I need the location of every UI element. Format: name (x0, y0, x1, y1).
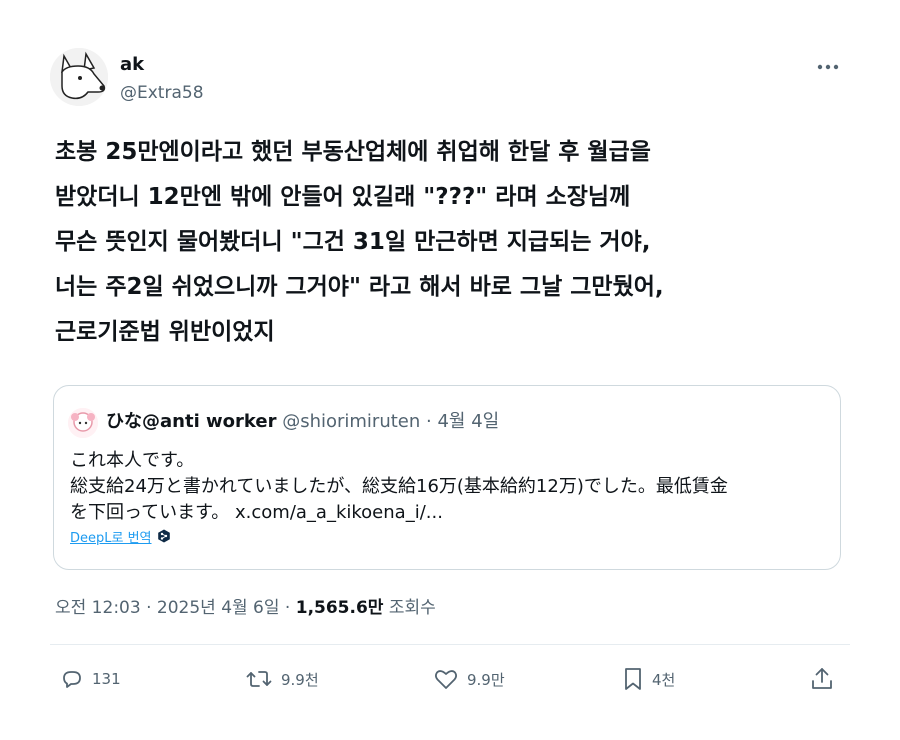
bookmark-button[interactable]: 4천 (622, 664, 675, 694)
views-label: 조회수 (383, 598, 436, 618)
quote-text: これ本人です。 総支給24万と書かれていましたが、総支給16万(基本給約12万)… (70, 448, 840, 526)
more-button[interactable] (808, 50, 848, 78)
quote-text-line: 総支給24万と書かれていましたが、総支給16万(基本給約12万)でした。最低賃金 (70, 476, 728, 497)
reply-count: 131 (92, 670, 121, 688)
quote-date[interactable]: 4월 4일 (437, 411, 499, 432)
translate-label: DeepL로 번역 (70, 531, 152, 546)
quote-header: ひな@anti worker @shiorimiruten · 4월 4일 (106, 409, 499, 435)
tweet-text-line: 근로기준법 위반이었지 (55, 319, 275, 345)
tweet-timestamp-row: 오전 12:03 · 2025년 4월 6일 · 1,565.6만 조회수 (55, 596, 436, 620)
author-name[interactable]: ak (120, 54, 144, 76)
tweet-text-line: 초봉 25만엔이라고 했던 부동산업체에 취업해 한달 후 월급을 (55, 139, 651, 165)
tweet: ak @Extra58 초봉 25만엔이라고 했던 부동산업체에 취업해 한달 … (0, 0, 900, 740)
bookmark-count: 4천 (652, 670, 676, 689)
share-icon (810, 666, 834, 692)
deepl-icon (157, 529, 171, 549)
author-avatar[interactable] (50, 48, 108, 106)
share-button[interactable] (810, 664, 834, 694)
retweet-button[interactable]: 9.9천 (245, 664, 319, 694)
tweet-text-line: 무슨 뜻인지 물어봤더니 "그건 31일 만근하면 지급되는 거야, (55, 229, 651, 255)
tweet-timestamp[interactable]: 오전 12:03 · 2025년 4월 6일 · (55, 598, 296, 618)
quote-author-avatar[interactable] (68, 408, 98, 438)
quote-text-line: これ本人です。 (70, 450, 195, 471)
like-button[interactable]: 9.9만 (433, 664, 505, 694)
divider (50, 644, 850, 645)
bookmark-icon (622, 666, 644, 692)
tweet-text-line: 받았더니 12만엔 밖에 안들어 있길래 "???" 라며 소장님께 (55, 184, 631, 210)
translate-link[interactable]: DeepL로 번역 (70, 529, 171, 549)
reply-icon (60, 667, 84, 691)
reply-button[interactable]: 131 (60, 664, 121, 694)
more-icon (817, 55, 839, 74)
views-count: 1,565.6만 (295, 598, 384, 618)
like-count: 9.9만 (467, 670, 505, 689)
retweet-icon (245, 667, 273, 691)
tweet-text: 초봉 25만엔이라고 했던 부동산업체에 취업해 한달 후 월급을 받았더니 1… (55, 130, 855, 355)
quote-text-line: を下回っています。 x.com/a_a_kikoena_i/... (70, 502, 443, 523)
quoted-tweet-card[interactable]: ひな@anti worker @shiorimiruten · 4월 4일 これ… (53, 385, 841, 570)
quote-author-name[interactable]: ひな@anti worker (106, 411, 276, 432)
quote-author-handle[interactable]: @shiorimiruten (282, 411, 420, 432)
quote-separator: · (426, 411, 432, 432)
author-handle[interactable]: @Extra58 (120, 82, 204, 104)
retweet-count: 9.9천 (281, 670, 319, 689)
heart-icon (433, 667, 459, 691)
tweet-text-line: 너는 주2일 쉬었으니까 그거야" 라고 해서 바로 그날 그만뒀어, (55, 274, 664, 300)
